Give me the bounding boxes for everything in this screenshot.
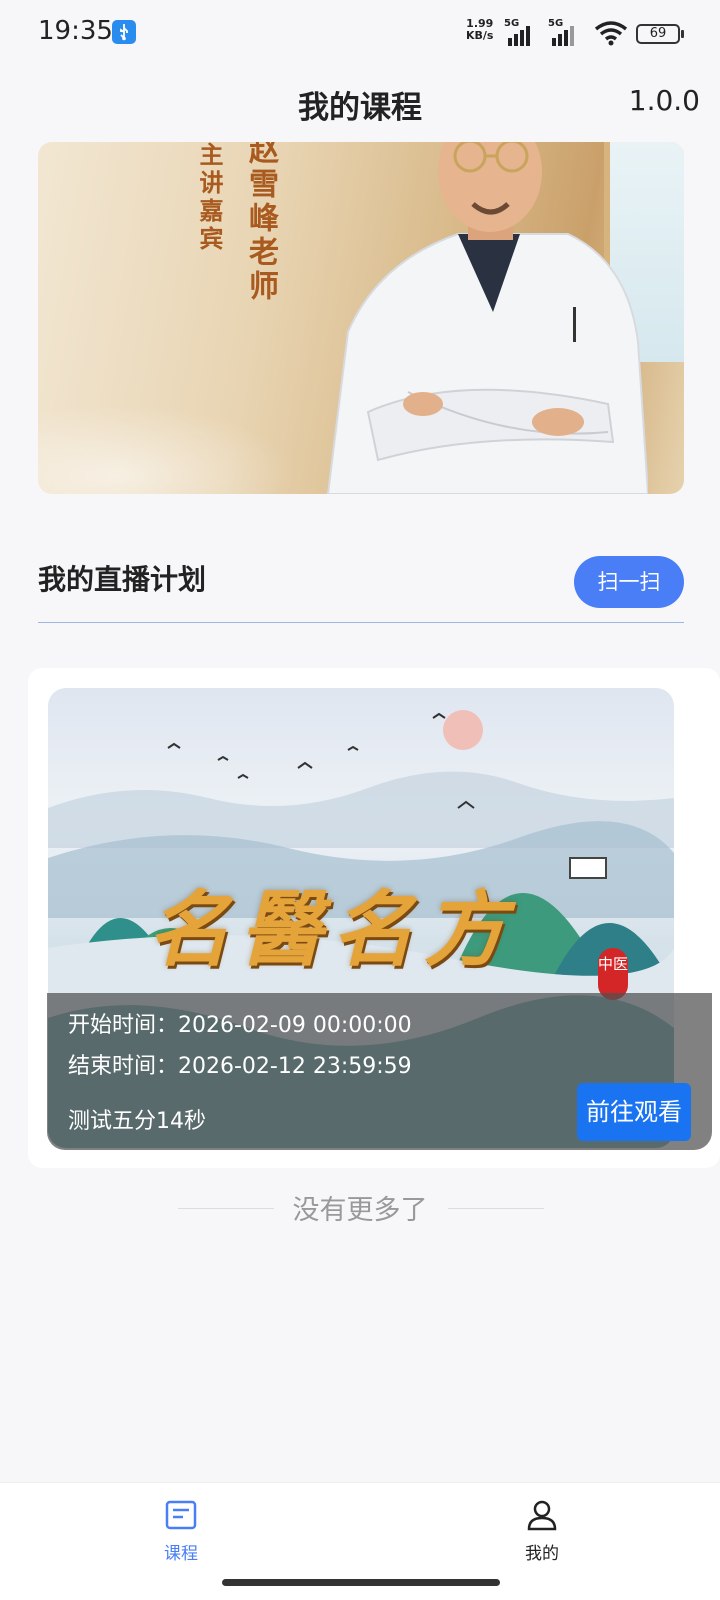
banner-image[interactable]: 主讲嘉宾 赵雪峰老师 [38, 142, 684, 494]
course-info-overlay: 开始时间：2026-02-09 00:00:00 结束时间：2026-02-12… [47, 993, 712, 1150]
banner-host-label: 主讲嘉宾 [195, 142, 223, 254]
home-indicator[interactable] [222, 1579, 500, 1586]
tab-course-label: 课程 [164, 1544, 198, 1564]
poster-title: 名醫名方 [148, 882, 516, 978]
nav-header: 我的课程 1.0.0 [0, 66, 720, 138]
battery-level: 69 [649, 26, 667, 41]
course-icon [165, 1500, 197, 1530]
banner-teacher-label: 赵雪峰老师 [243, 142, 278, 304]
live-plan-title: 我的直播计划 [38, 563, 207, 596]
status-bar: 19:35 1.99 KB/s 5G 5G 69 [0, 0, 720, 66]
battery-tip [681, 30, 684, 38]
no-more-line-right [448, 1208, 544, 1209]
page-title: 我的课程 [298, 90, 422, 126]
no-more-text: 没有更多了 [292, 1195, 428, 1226]
wifi-icon [594, 21, 628, 46]
doctor-portrait [326, 142, 648, 494]
net-speed: 1.99 KB/s [466, 18, 493, 42]
course-name: 测试五分14秒 [68, 1109, 206, 1134]
watch-button[interactable]: 前往观看 [577, 1083, 691, 1141]
net-speed-unit: KB/s [466, 29, 494, 42]
section-divider [38, 622, 684, 623]
status-time: 19:35 [38, 16, 113, 46]
tab-profile-label: 我的 [525, 1544, 559, 1564]
banner-cloud-decor [38, 404, 298, 494]
profile-icon [527, 1500, 557, 1531]
usb-icon [112, 20, 136, 44]
course-start-time: 开始时间：2026-02-09 00:00:00 [68, 1013, 412, 1038]
course-end-time: 结束时间：2026-02-12 23:59:59 [68, 1054, 412, 1079]
tab-profile[interactable]: 我的 [502, 1499, 582, 1564]
scan-button[interactable]: 扫一扫 [574, 556, 684, 608]
tab-course[interactable]: 课程 [141, 1499, 221, 1564]
app-version: 1.0.0 [628, 84, 700, 117]
battery-icon: 69 [636, 24, 680, 44]
